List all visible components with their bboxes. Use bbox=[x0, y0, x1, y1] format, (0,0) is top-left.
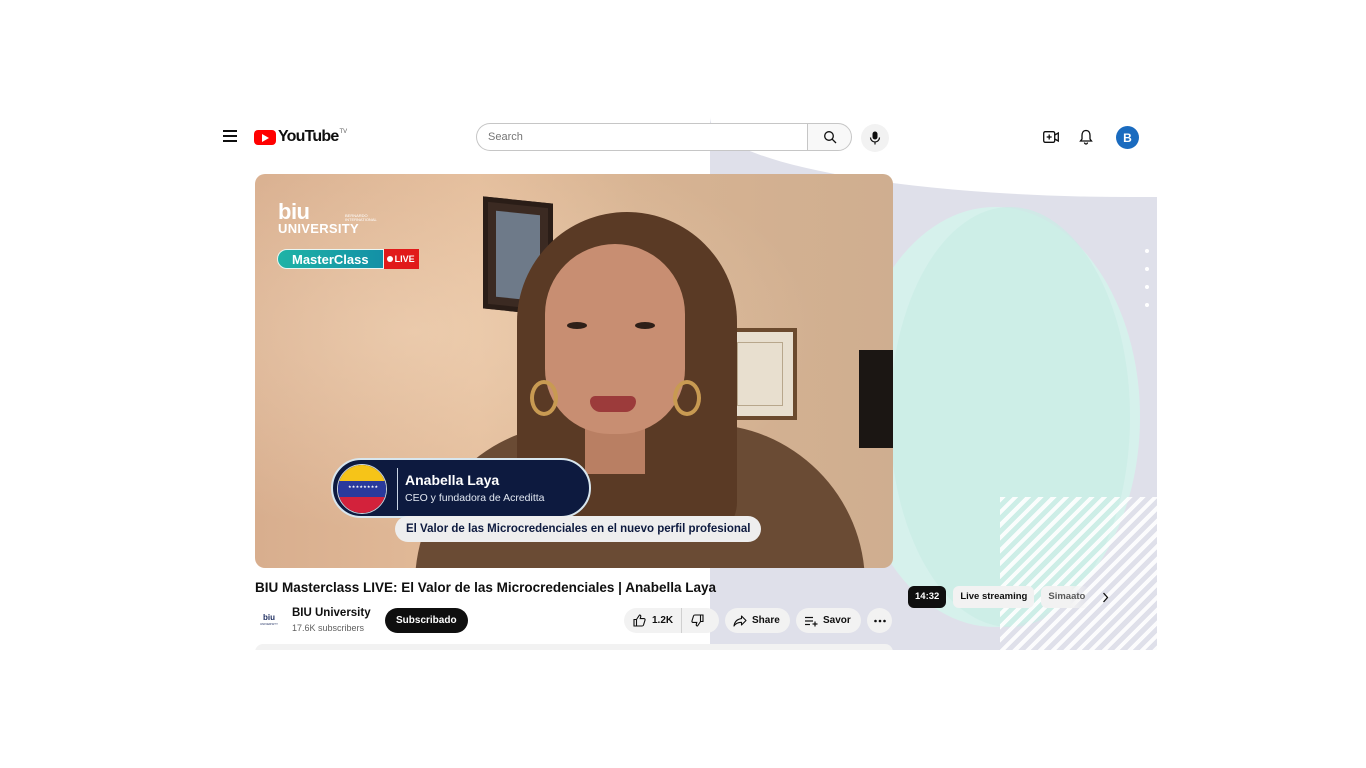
chevron-right-icon bbox=[1102, 592, 1109, 602]
live-label: LIVE bbox=[394, 254, 415, 264]
masthead: YouTube TV B bbox=[210, 117, 1157, 157]
decorative-stripes bbox=[1000, 497, 1157, 650]
logo-badge: TV bbox=[339, 129, 348, 135]
channel-logo-text: biu bbox=[263, 613, 275, 622]
chip-more[interactable]: Simaato bbox=[1041, 586, 1090, 608]
live-badge: LIVE bbox=[383, 249, 419, 269]
lower-third-divider bbox=[397, 468, 398, 510]
video-wall-screen bbox=[859, 350, 893, 448]
masterclass-label: MasterClass bbox=[277, 249, 384, 269]
video-title: BIU Masterclass LIVE: El Valor de las Mi… bbox=[255, 580, 716, 595]
menu-icon[interactable] bbox=[220, 127, 240, 147]
bell-icon bbox=[1079, 129, 1093, 145]
save-button[interactable]: Savor bbox=[796, 608, 861, 633]
chip-live-streaming[interactable]: Live streaming bbox=[953, 586, 1035, 608]
video-player[interactable]: biu UNIVERSITY BERNARDO INTERNATIONAL Ma… bbox=[255, 174, 893, 568]
description-box[interactable] bbox=[255, 644, 893, 650]
speaker-role: CEO y fundadora de Acreditta bbox=[405, 492, 545, 504]
video-speaker-eye bbox=[635, 322, 655, 329]
save-icon bbox=[805, 616, 818, 626]
masterclass-live-badge: MasterClass LIVE bbox=[277, 249, 419, 269]
flag-stars: ★★★★★★★★ bbox=[348, 484, 379, 489]
logo-text: YouTube bbox=[278, 128, 339, 145]
live-dot-icon bbox=[386, 256, 393, 262]
video-speaker-eye bbox=[567, 322, 587, 329]
video-speaker-mouth bbox=[590, 396, 636, 412]
create-button[interactable] bbox=[1041, 127, 1061, 147]
search-bar bbox=[476, 123, 852, 151]
more-actions-button[interactable] bbox=[867, 608, 892, 633]
speaker-name: Anabella Laya bbox=[405, 472, 500, 488]
notifications-button[interactable] bbox=[1076, 127, 1096, 147]
youtube-logo[interactable]: YouTube TV bbox=[254, 128, 347, 146]
biu-logo-smallprint: BERNARDO INTERNATIONAL bbox=[345, 213, 377, 222]
more-icon bbox=[873, 619, 886, 622]
search-icon bbox=[823, 131, 836, 144]
venezuela-flag-icon: ★★★★★★★★ bbox=[337, 464, 387, 514]
biu-university-logo: biu UNIVERSITY BERNARDO INTERNATIONAL bbox=[278, 201, 377, 236]
dislike-button[interactable] bbox=[682, 608, 712, 633]
speaker-lower-third: ★★★★★★★★ Anabella Laya CEO y fundadora d… bbox=[331, 458, 591, 518]
decorative-dots bbox=[1145, 249, 1151, 309]
channel-avatar[interactable]: biu UNIVERSITY bbox=[255, 611, 283, 629]
subscriber-count: 17.6K subscribers bbox=[292, 623, 365, 633]
voice-search-button[interactable] bbox=[861, 124, 889, 152]
save-label: Savor bbox=[823, 615, 851, 626]
share-icon bbox=[733, 614, 747, 627]
chip-time[interactable]: 14:32 bbox=[908, 586, 947, 608]
subscribe-button[interactable]: Subscribado bbox=[385, 608, 468, 633]
thumbs-up-icon bbox=[633, 614, 646, 627]
like-button[interactable]: 1.2K bbox=[624, 608, 683, 633]
chips-next-button[interactable] bbox=[1096, 586, 1114, 608]
thumbs-down-icon bbox=[690, 614, 704, 627]
search-button[interactable] bbox=[807, 123, 852, 151]
biu-logo-subtitle: UNIVERSITY bbox=[278, 221, 360, 236]
create-icon bbox=[1043, 131, 1059, 143]
search-input[interactable] bbox=[476, 123, 807, 151]
youtube-play-icon bbox=[254, 129, 276, 145]
share-button[interactable]: Share bbox=[725, 608, 790, 633]
video-speaker-earring bbox=[673, 380, 701, 416]
youtube-window: YouTube TV B bbox=[210, 117, 1157, 650]
video-speaker-earring bbox=[530, 380, 558, 416]
related-filter-chips: 14:32 Live streaming Simaato bbox=[908, 586, 1114, 608]
like-dislike-group: 1.2K bbox=[624, 608, 719, 633]
channel-name[interactable]: BIU University bbox=[292, 607, 371, 619]
topic-caption: El Valor de las Microcredenciales en el … bbox=[395, 516, 762, 542]
account-avatar[interactable]: B bbox=[1116, 126, 1139, 149]
share-label: Share bbox=[752, 615, 780, 626]
like-count: 1.2K bbox=[652, 615, 674, 626]
mic-icon bbox=[869, 131, 881, 145]
channel-logo-small: UNIVERSITY bbox=[259, 622, 278, 626]
